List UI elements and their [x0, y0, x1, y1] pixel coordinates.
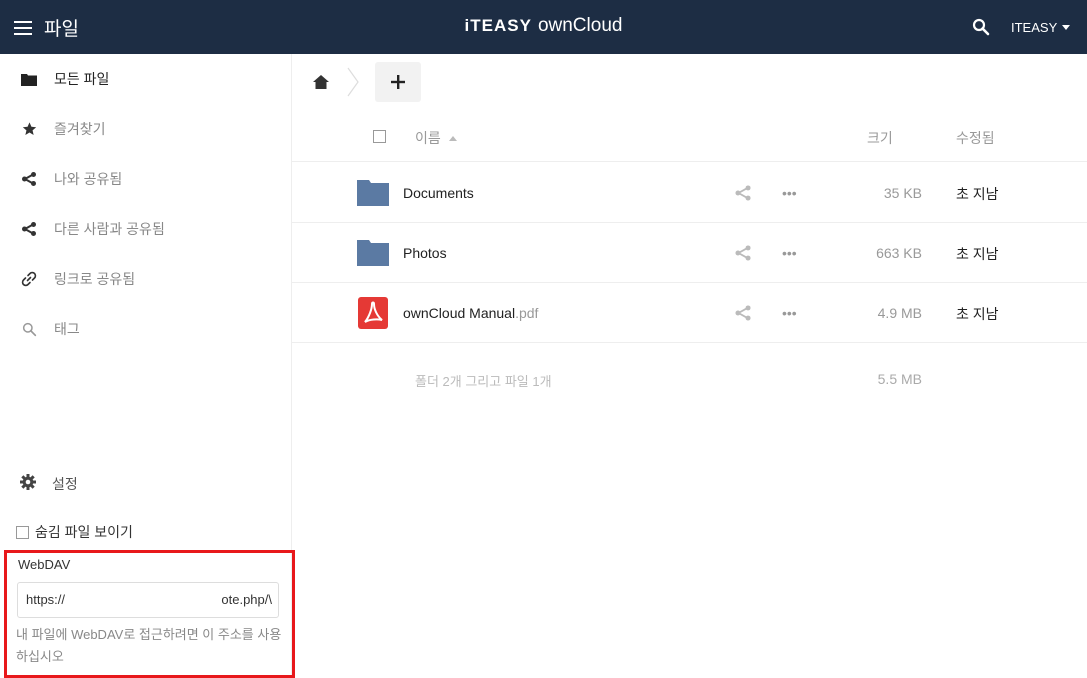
search-icon	[20, 320, 38, 338]
show-hidden-files-label: 숨김 파일 보이기	[35, 524, 133, 540]
search-icon	[972, 18, 990, 36]
show-hidden-files-checkbox[interactable]	[16, 525, 29, 539]
sidebar-item-label: 모든 파일	[54, 71, 110, 87]
brand-product: ownCloud	[537, 15, 623, 36]
file-name[interactable]: Photos	[403, 245, 447, 261]
breadcrumb-separator-icon	[347, 67, 359, 97]
settings-button[interactable]: 설정	[0, 464, 291, 504]
sidebar-item-shared-with-others[interactable]: 다른 사람과 공유됨	[0, 204, 291, 254]
webdav-title: WebDAV	[18, 557, 71, 572]
folder-icon	[357, 180, 389, 206]
file-modified: 초 지남	[956, 186, 999, 202]
file-size: 4.9 MB	[877, 305, 922, 321]
column-modified-header[interactable]: 수정됨	[956, 128, 995, 148]
sidebar-item-all-files[interactable]: 모든 파일	[0, 54, 291, 104]
app-name: 파일	[44, 19, 79, 40]
share-icon[interactable]	[734, 244, 752, 262]
select-all-checkbox[interactable]	[373, 130, 386, 143]
column-name-header[interactable]: 이름	[415, 128, 457, 148]
webdav-section: WebDAV https:// ote.php/\ 내 파일에 WebDAV로 …	[4, 550, 295, 678]
share-icon[interactable]	[734, 304, 752, 322]
more-actions-icon[interactable]: •••	[782, 245, 797, 261]
file-row-documents[interactable]: Documents ••• 35 KB 초 지남	[292, 163, 1087, 223]
sidebar: 모든 파일 즐겨찾기 나와 공유됨 다른 사람과 공유됨 링크로 공유됨 태그	[0, 54, 295, 678]
folder-icon	[20, 70, 38, 88]
sidebar-item-label: 다른 사람과 공유됨	[54, 221, 165, 237]
sidebar-item-shared-by-link[interactable]: 링크로 공유됨	[0, 254, 291, 304]
folder-icon	[357, 240, 389, 266]
summary-size: 5.5 MB	[877, 371, 922, 387]
app-menu-button[interactable]: 파일	[14, 14, 79, 41]
home-icon	[313, 75, 329, 89]
webdav-url-field[interactable]: https:// ote.php/\	[17, 582, 279, 618]
file-modified: 초 지남	[956, 306, 999, 322]
link-icon	[20, 270, 38, 288]
sort-ascending-icon	[448, 135, 457, 141]
file-size: 35 KB	[883, 185, 922, 201]
show-hidden-files-toggle[interactable]: 숨김 파일 보이기	[16, 522, 133, 542]
breadcrumb	[310, 62, 332, 102]
sidebar-item-tags[interactable]: 태그	[0, 304, 291, 354]
file-list-summary: 폴더 2개 그리고 파일 1개 5.5 MB	[292, 342, 1087, 402]
sidebar-item-label: 태그	[54, 321, 80, 337]
brand-name: iTEASY	[464, 16, 532, 35]
brand-logo: iTEASY ownCloud	[0, 15, 1087, 37]
file-name[interactable]: ownCloud Manual.pdf	[403, 305, 538, 321]
user-name: ITEASY	[1011, 20, 1058, 35]
more-actions-icon[interactable]: •••	[782, 185, 797, 201]
sidebar-item-label: 링크로 공유됨	[54, 271, 136, 287]
hamburger-icon	[14, 20, 32, 35]
star-icon	[20, 120, 38, 138]
chevron-down-icon	[1062, 25, 1071, 30]
webdav-hint: 내 파일에 WebDAV로 접근하려면 이 주소를 사용하십시오	[16, 627, 282, 664]
settings-label: 설정	[52, 476, 78, 492]
webdav-url-start: https://	[26, 592, 66, 607]
file-row-photos[interactable]: Photos ••• 663 KB 초 지남	[292, 223, 1087, 283]
user-menu[interactable]: ITEASY	[1011, 20, 1071, 35]
share-icon[interactable]	[734, 184, 752, 202]
sidebar-item-label: 나와 공유됨	[54, 171, 123, 187]
sidebar-item-shared-with-me[interactable]: 나와 공유됨	[0, 154, 291, 204]
home-button[interactable]	[310, 71, 332, 93]
more-actions-icon[interactable]: •••	[782, 305, 797, 321]
share-icon	[20, 170, 38, 188]
column-name-label: 이름	[415, 130, 441, 146]
top-header: 파일 iTEASY ownCloud ITEASY	[0, 0, 1087, 54]
pdf-file-icon	[358, 297, 388, 329]
file-size: 663 KB	[876, 245, 922, 261]
file-name[interactable]: Documents	[403, 185, 474, 201]
sidebar-item-label: 즐겨찾기	[54, 121, 106, 137]
summary-text: 폴더 2개 그리고 파일 1개	[415, 374, 552, 389]
gear-icon	[20, 473, 36, 495]
sidebar-item-favorites[interactable]: 즐겨찾기	[0, 104, 291, 154]
column-size-header[interactable]: 크기	[867, 128, 893, 148]
plus-icon	[391, 75, 405, 89]
file-modified: 초 지남	[956, 246, 999, 262]
new-button[interactable]	[375, 62, 421, 102]
search-button[interactable]	[972, 18, 990, 36]
webdav-url-end: ote.php/\	[221, 592, 272, 607]
share-icon	[20, 220, 38, 238]
file-row-owncloud-manual[interactable]: ownCloud Manual.pdf ••• 4.9 MB 초 지남	[292, 283, 1087, 343]
file-list-header: 이름 크기 수정됨	[292, 112, 1087, 162]
